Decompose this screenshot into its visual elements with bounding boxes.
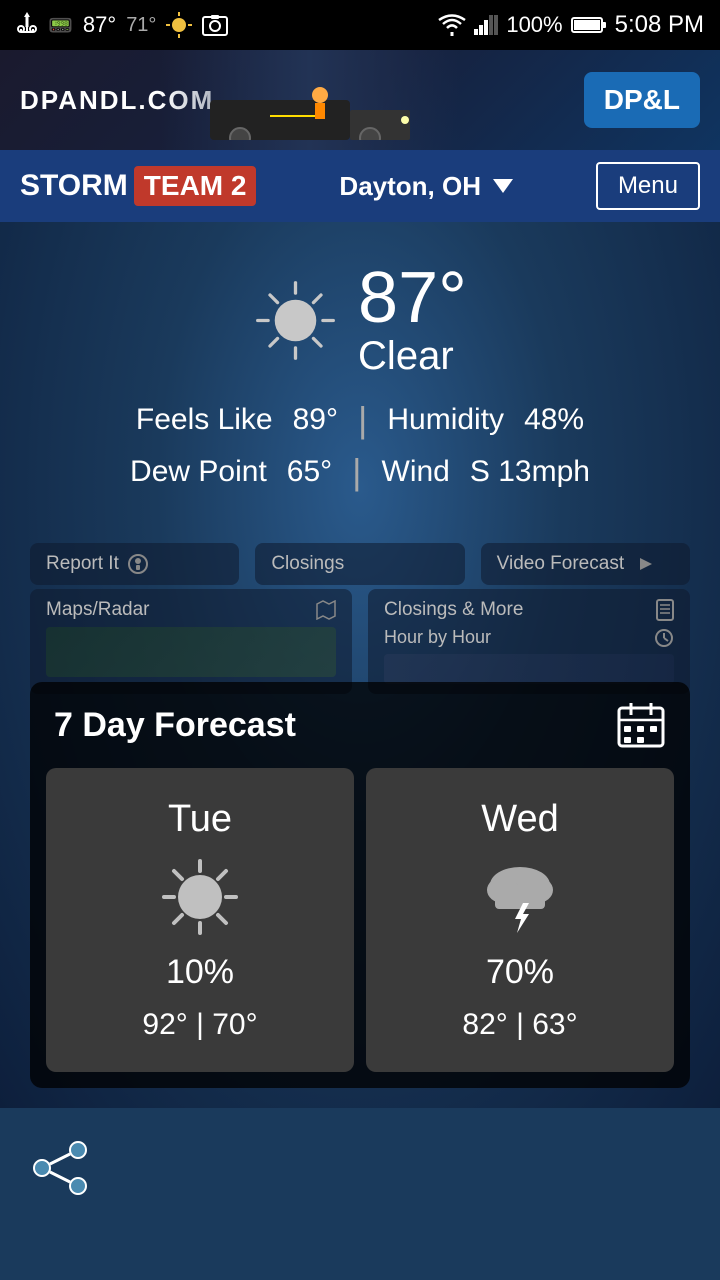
bg-card-closings-more[interactable]: Closings & More Hour by Hour	[368, 589, 690, 694]
storm-logo: STORM TEAM 2	[20, 166, 256, 206]
bg-tab-hour-label: Hour by Hour	[384, 627, 491, 648]
wind-value: S 13mph	[470, 455, 590, 489]
current-weather: 87° Clear Feels Like 89° | Humidity 48% …	[130, 262, 590, 493]
location-dropdown-icon	[493, 179, 513, 193]
temperature-value: 87°	[358, 262, 467, 334]
temperature-status: 87°	[83, 12, 116, 38]
day-wed-precip: 70%	[486, 953, 554, 992]
bg-card-maps-label: Maps/Radar	[46, 599, 150, 621]
bg-tab-video[interactable]: Video Forecast	[481, 543, 690, 585]
dew-point-label: Dew Point	[130, 455, 267, 489]
humidity-label: Humidity	[387, 403, 504, 437]
feels-like-value: 89°	[293, 403, 338, 437]
day-tue-temps: 92° | 70°	[142, 1008, 257, 1042]
ad-banner[interactable]: DPANDL.COM DP&L	[0, 50, 720, 150]
bg-card-maps[interactable]: Maps/Radar	[30, 589, 352, 694]
photo-icon	[202, 14, 228, 36]
bg-tab-video-label: Video Forecast	[497, 553, 624, 575]
location-button[interactable]: Dayton, OH	[339, 171, 513, 202]
day-tue-name: Tue	[168, 798, 232, 841]
day-wed-icon	[475, 857, 565, 937]
menu-button[interactable]: Menu	[596, 162, 700, 210]
calendar-icon	[616, 700, 666, 750]
battery-level: 📟	[48, 13, 73, 38]
wifi-icon	[438, 14, 466, 36]
bg-tab-closings[interactable]: Closings	[255, 543, 464, 585]
status-bar: 📟 87° 71°	[0, 0, 720, 50]
usb-icon	[16, 12, 38, 38]
wind-label: Wind	[382, 455, 450, 489]
location-text: Dayton, OH	[339, 171, 481, 202]
bg-tab-closings-label: Closings	[271, 553, 344, 575]
forecast-header: 7 Day Forecast	[30, 682, 690, 768]
ad-logo-right: DP&L	[584, 72, 700, 128]
app-header: STORM TEAM 2 Dayton, OH Menu	[0, 150, 720, 222]
humidity-value: 48%	[524, 403, 584, 437]
share-icon[interactable]	[30, 1138, 90, 1198]
signal-icon	[474, 15, 498, 35]
temperature2-status: 71°	[126, 14, 156, 37]
day-tue-icon	[155, 857, 245, 937]
weather-background: 87° Clear Feels Like 89° | Humidity 48% …	[0, 222, 720, 1108]
forecast-title: 7 Day Forecast	[54, 706, 296, 745]
detail-row-1: Feels Like 89° | Humidity 48%	[136, 399, 584, 441]
divider-2: |	[352, 451, 361, 493]
bg-tab-report[interactable]: Report It	[30, 543, 239, 585]
temperature-display: 87° Clear	[358, 262, 467, 379]
forecast-card[interactable]: 7 Day Forecast Tue	[30, 682, 690, 1088]
forecast-day-tue[interactable]: Tue 10% 92° | 70°	[46, 768, 354, 1072]
day-wed-name: Wed	[481, 798, 558, 841]
detail-row-2: Dew Point 65° | Wind S 13mph	[130, 451, 590, 493]
sun-icon	[253, 278, 338, 363]
status-weather-icon	[166, 12, 192, 38]
bg-card-closings-more-label: Closings & More	[384, 599, 523, 621]
dew-point-value: 65°	[287, 455, 332, 489]
forecast-days: Tue 10% 92° | 70°	[30, 768, 690, 1088]
forecast-day-wed[interactable]: Wed 70% 82° | 63°	[366, 768, 674, 1072]
weather-main-display: 87° Clear	[253, 262, 467, 379]
status-left: 📟 87° 71°	[16, 12, 228, 38]
storm-team-badge: TEAM 2	[134, 166, 257, 206]
bottom-bar	[0, 1108, 720, 1228]
day-tue-precip: 10%	[166, 953, 234, 992]
ad-image	[160, 50, 460, 150]
feels-like-label: Feels Like	[136, 403, 273, 437]
condition-label: Clear	[358, 334, 454, 379]
battery-icon	[571, 16, 607, 34]
time-display: 5:08 PM	[615, 11, 704, 39]
divider-1: |	[358, 399, 367, 441]
bg-tab-report-label: Report It	[46, 553, 119, 575]
storm-text: STORM	[20, 169, 128, 203]
weather-details: Feels Like 89° | Humidity 48% Dew Point …	[130, 399, 590, 493]
day-wed-temps: 82° | 63°	[462, 1008, 577, 1042]
status-right: 100% 5:08 PM	[438, 11, 704, 39]
battery-percent: 100%	[506, 12, 562, 38]
